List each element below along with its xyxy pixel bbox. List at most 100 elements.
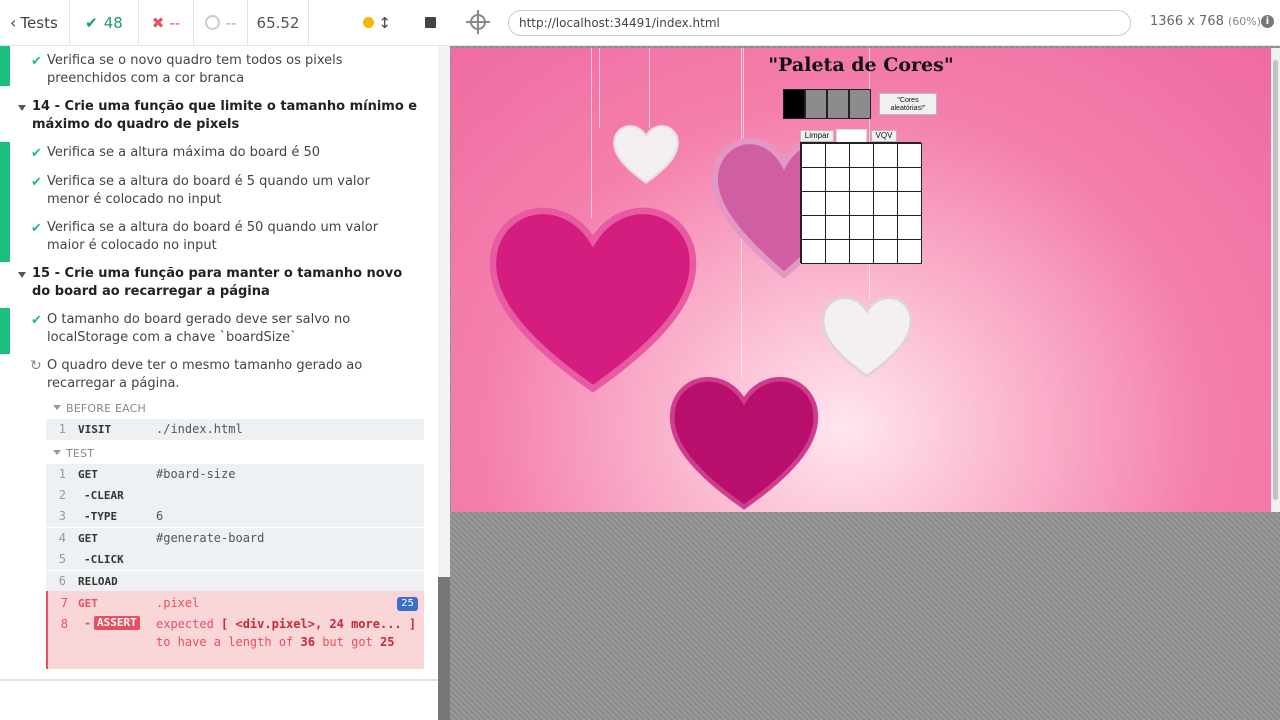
- command-number: 1: [58, 422, 66, 436]
- back-label: Tests: [20, 13, 58, 32]
- pending-value: --: [225, 13, 237, 32]
- url-bar[interactable]: http://localhost:34491/index.html: [508, 10, 1131, 36]
- pixel[interactable]: [848, 238, 874, 264]
- command-arg: #generate-board: [156, 531, 265, 545]
- pixel[interactable]: [896, 238, 922, 264]
- command-row[interactable]: 3 -TYPE 6: [46, 506, 424, 527]
- pixel[interactable]: [872, 214, 898, 240]
- magenta-heart-image: [489, 207, 697, 393]
- pixel[interactable]: [824, 238, 850, 264]
- back-to-tests-button[interactable]: ‹ Tests: [0, 0, 70, 46]
- hook-label-test[interactable]: TEST: [66, 447, 94, 460]
- refresh-icon: ↻: [30, 358, 42, 374]
- reporter-scrollbar-thumb[interactable]: [438, 577, 450, 720]
- color-swatch[interactable]: [783, 89, 805, 119]
- app-iframe: "Paleta de Cores" "Cores aleatórias!" Li…: [451, 48, 1271, 512]
- stats-bar: ‹ Tests ✔ 48 ✖ -- -- 65.52 ↕: [0, 0, 450, 46]
- command-number: 3: [58, 509, 66, 523]
- test-title: O tamanho do board gerado deve ser salvo…: [47, 312, 351, 345]
- pixel[interactable]: [824, 214, 850, 240]
- passed-count: ✔ 48: [70, 0, 139, 46]
- selector-playground-icon[interactable]: [466, 10, 490, 34]
- command-row[interactable]: 2 -CLEAR: [46, 485, 424, 506]
- command-name: RELOAD: [78, 575, 118, 588]
- command-number: 1: [58, 467, 66, 481]
- caret-down-icon: [18, 105, 26, 111]
- test-title: Verifica se a altura do board é 50 quand…: [47, 220, 379, 253]
- auto-scroll-toggle-icon[interactable]: ↕: [378, 14, 391, 32]
- command-name: GET: [78, 532, 98, 545]
- command-row[interactable]: 5 -CLICK: [46, 549, 424, 570]
- running-status-dot-icon: [363, 17, 375, 28]
- run-controls: ↕: [309, 0, 450, 46]
- pixel[interactable]: [848, 166, 874, 192]
- reporter-panel: ‹ Tests ✔ 48 ✖ -- -- 65.52 ↕ ✔ Verifica …: [0, 0, 450, 720]
- pixel[interactable]: [896, 214, 922, 240]
- duration: 65.52: [248, 0, 309, 46]
- pixel[interactable]: [800, 238, 826, 264]
- pixel[interactable]: [824, 190, 850, 216]
- pixel[interactable]: [896, 190, 922, 216]
- color-swatch[interactable]: [849, 89, 871, 119]
- pending-ring-icon: [204, 15, 220, 30]
- pixel[interactable]: [800, 214, 826, 240]
- pixel[interactable]: [872, 142, 898, 168]
- command-row[interactable]: 6 RELOAD: [46, 571, 424, 592]
- color-swatch[interactable]: [805, 89, 827, 119]
- pixel[interactable]: [824, 166, 850, 192]
- command-arg: .pixel: [156, 596, 200, 610]
- passed-value: 48: [103, 13, 123, 32]
- test-title: Verifica se a altura do board é 5 quando…: [47, 174, 370, 207]
- pixel[interactable]: [824, 142, 850, 168]
- pixel[interactable]: [872, 166, 898, 192]
- white-heart-image: [821, 296, 913, 378]
- command-arg: #board-size: [156, 467, 236, 481]
- command-arg: 6: [156, 509, 164, 523]
- msg-actual-value: 25: [380, 635, 395, 649]
- command-arg: ./index.html: [156, 422, 243, 436]
- command-row[interactable]: 1 GET #board-size: [46, 464, 424, 485]
- iframe-scrollbar-thumb[interactable]: [1273, 60, 1278, 500]
- pixel[interactable]: [848, 214, 874, 240]
- failed-count: ✖ --: [139, 0, 194, 46]
- msg-but: but got: [322, 635, 373, 649]
- test-title: O quadro deve ter o mesmo tamanho gerado…: [47, 358, 363, 391]
- pixel[interactable]: [896, 142, 922, 168]
- viewport-dimensions: 1366 x 768: [1150, 14, 1224, 29]
- caret-down-icon: [53, 405, 61, 410]
- command-name: GET: [78, 468, 98, 481]
- command-name: VISIT: [78, 423, 112, 436]
- pixel[interactable]: [800, 166, 826, 192]
- before-each-commands: 1 VISIT ./index.html: [46, 419, 424, 440]
- pixel[interactable]: [872, 238, 898, 264]
- random-colors-button[interactable]: "Cores aleatórias!": [879, 93, 937, 115]
- command-number: 8: [60, 617, 68, 631]
- pixel[interactable]: [848, 190, 874, 216]
- failed-value: --: [169, 13, 181, 32]
- msg-subject: [ <div.pixel>, 24 more... ]: [221, 617, 417, 631]
- viewport-size[interactable]: 1366 x 768 (60%): [1150, 14, 1261, 29]
- info-icon[interactable]: i: [1261, 15, 1274, 28]
- hook-label-before-each[interactable]: BEFORE EACH: [66, 402, 146, 415]
- board-size-input[interactable]: [836, 129, 867, 143]
- command-row[interactable]: 4 GET #generate-board: [46, 528, 424, 549]
- color-swatch[interactable]: [827, 89, 849, 119]
- viewport-zoom: (60%): [1228, 15, 1262, 28]
- reporter-divider: [0, 679, 438, 681]
- pixel[interactable]: [800, 142, 826, 168]
- caret-down-icon: [53, 450, 61, 455]
- msg-expected: expected: [156, 617, 214, 631]
- clear-board-button[interactable]: Limpar: [800, 130, 834, 142]
- aut-header: http://localhost:34491/index.html 1366 x…: [450, 0, 1280, 46]
- check-icon: ✔: [31, 54, 42, 69]
- stop-button[interactable]: [425, 17, 436, 28]
- command-row[interactable]: 1 VISIT ./index.html: [46, 419, 424, 440]
- pixel[interactable]: [872, 190, 898, 216]
- generate-board-button[interactable]: VQV: [871, 130, 897, 142]
- failed-command-block[interactable]: 7 GET .pixel 25 8 - ASSERT expected [ <d…: [46, 591, 424, 669]
- pixel[interactable]: [800, 190, 826, 216]
- pixel[interactable]: [848, 142, 874, 168]
- pixel[interactable]: [896, 166, 922, 192]
- command-number: 7: [60, 596, 68, 610]
- pass-strip: [0, 46, 10, 86]
